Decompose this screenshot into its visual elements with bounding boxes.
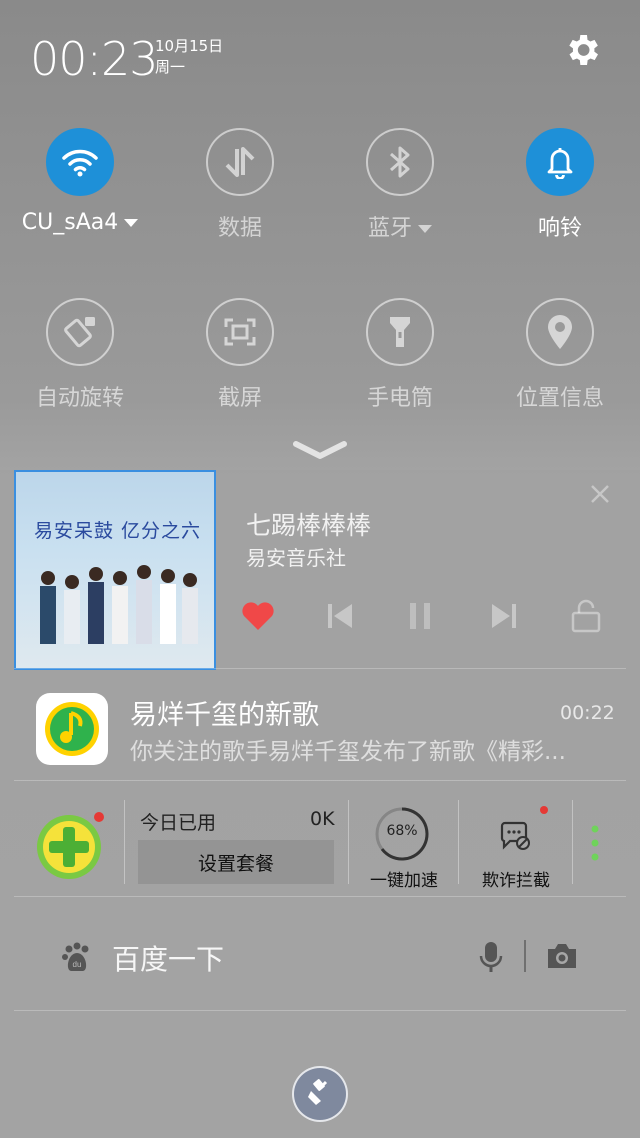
date-block: 10月15日 周一 xyxy=(155,36,223,78)
location-icon xyxy=(526,298,594,366)
flashlight-icon xyxy=(366,298,434,366)
close-icon[interactable] xyxy=(588,482,612,506)
usage-label: 今日已用 xyxy=(140,812,217,834)
toggle-ringer-label: 响铃 xyxy=(537,216,582,241)
notification-body[interactable]: 你关注的歌手易烊千玺发布了新歌《精彩... xyxy=(130,732,610,766)
toggle-location-label: 位置信息 xyxy=(515,386,604,411)
clear-all-button[interactable] xyxy=(292,1066,348,1122)
broom-icon xyxy=(305,1077,335,1111)
divider xyxy=(524,940,526,972)
360-security-icon[interactable] xyxy=(34,812,104,882)
expand-handle-icon[interactable] xyxy=(292,440,348,460)
microphone-icon[interactable] xyxy=(478,940,504,974)
more-options-icon[interactable] xyxy=(590,824,600,864)
album-art-figures xyxy=(40,565,198,644)
speed-boost-ring[interactable]: 68% xyxy=(374,806,430,862)
weekday-label: 周一 xyxy=(155,58,186,76)
set-plan-button[interactable]: 设置套餐 xyxy=(138,840,334,884)
speed-boost-label[interactable]: 一键加速 xyxy=(370,866,438,891)
toggle-wifi[interactable]: CU_sAa4 xyxy=(5,128,155,235)
fraud-block-icon[interactable] xyxy=(498,806,548,852)
divider xyxy=(14,1010,626,1011)
lock-icon[interactable] xyxy=(566,596,606,636)
toggle-flashlight-label: 手电筒 xyxy=(366,386,433,411)
divider xyxy=(14,668,626,669)
svg-text:du: du xyxy=(73,960,82,969)
qq-music-icon[interactable] xyxy=(36,693,108,765)
toggle-auto-rotate[interactable]: 自动旋转 xyxy=(5,298,155,412)
toggle-bluetooth[interactable]: 蓝牙 xyxy=(325,128,475,242)
gear-icon[interactable] xyxy=(562,30,602,70)
toggle-data-label: 数据 xyxy=(217,216,262,241)
divider xyxy=(458,800,459,884)
notification-dot xyxy=(94,812,104,822)
wifi-icon xyxy=(46,128,114,196)
like-heart-icon[interactable] xyxy=(238,596,278,636)
screenshot-icon xyxy=(206,298,274,366)
search-input[interactable]: 百度一下 xyxy=(112,938,224,978)
divider xyxy=(14,896,626,897)
toggle-data[interactable]: 数据 xyxy=(165,128,315,242)
notification-dot xyxy=(540,806,548,814)
album-art[interactable]: 易安呆鼓 亿分之六 xyxy=(14,470,216,670)
bell-icon xyxy=(526,128,594,196)
clock-time: 00:23 xyxy=(30,32,159,86)
camera-icon[interactable] xyxy=(546,942,578,970)
toggle-location[interactable]: 位置信息 xyxy=(485,298,635,412)
album-art-title: 易安呆鼓 亿分之六 xyxy=(34,520,202,542)
toggle-ringer[interactable]: 响铃 xyxy=(485,128,635,242)
notification-time: 00:22 xyxy=(560,702,615,724)
chevron-down-icon xyxy=(418,225,432,233)
toggle-bluetooth-label: 蓝牙 xyxy=(325,210,475,242)
toggle-flashlight[interactable]: 手电筒 xyxy=(325,298,475,412)
divider xyxy=(572,800,573,884)
date-label: 10月15日 xyxy=(155,37,224,55)
notification-title[interactable]: 易烊千玺的新歌 xyxy=(130,693,319,732)
speed-percent: 68% xyxy=(386,823,418,839)
toggle-wifi-label: CU_sAa4 xyxy=(5,210,155,235)
toggle-screenshot[interactable]: 截屏 xyxy=(165,298,315,412)
auto-rotate-icon xyxy=(46,298,114,366)
divider xyxy=(124,800,125,884)
song-title: 七踢棒棒棒 xyxy=(246,511,372,540)
divider xyxy=(14,780,626,781)
toggle-screenshot-label: 截屏 xyxy=(217,386,262,411)
bluetooth-icon xyxy=(366,128,434,196)
song-artist: 易安音乐社 xyxy=(246,546,346,570)
usage-value: 0K xyxy=(310,808,335,830)
fraud-block-label[interactable]: 欺诈拦截 xyxy=(482,866,550,891)
next-track-icon[interactable] xyxy=(484,596,524,636)
pause-icon[interactable] xyxy=(400,596,440,636)
toggle-auto-rotate-label: 自动旋转 xyxy=(35,386,124,411)
baidu-paw-icon: du xyxy=(60,940,94,974)
divider xyxy=(348,800,349,884)
previous-track-icon[interactable] xyxy=(320,596,360,636)
data-transfer-icon xyxy=(206,128,274,196)
chevron-down-icon xyxy=(124,219,139,227)
